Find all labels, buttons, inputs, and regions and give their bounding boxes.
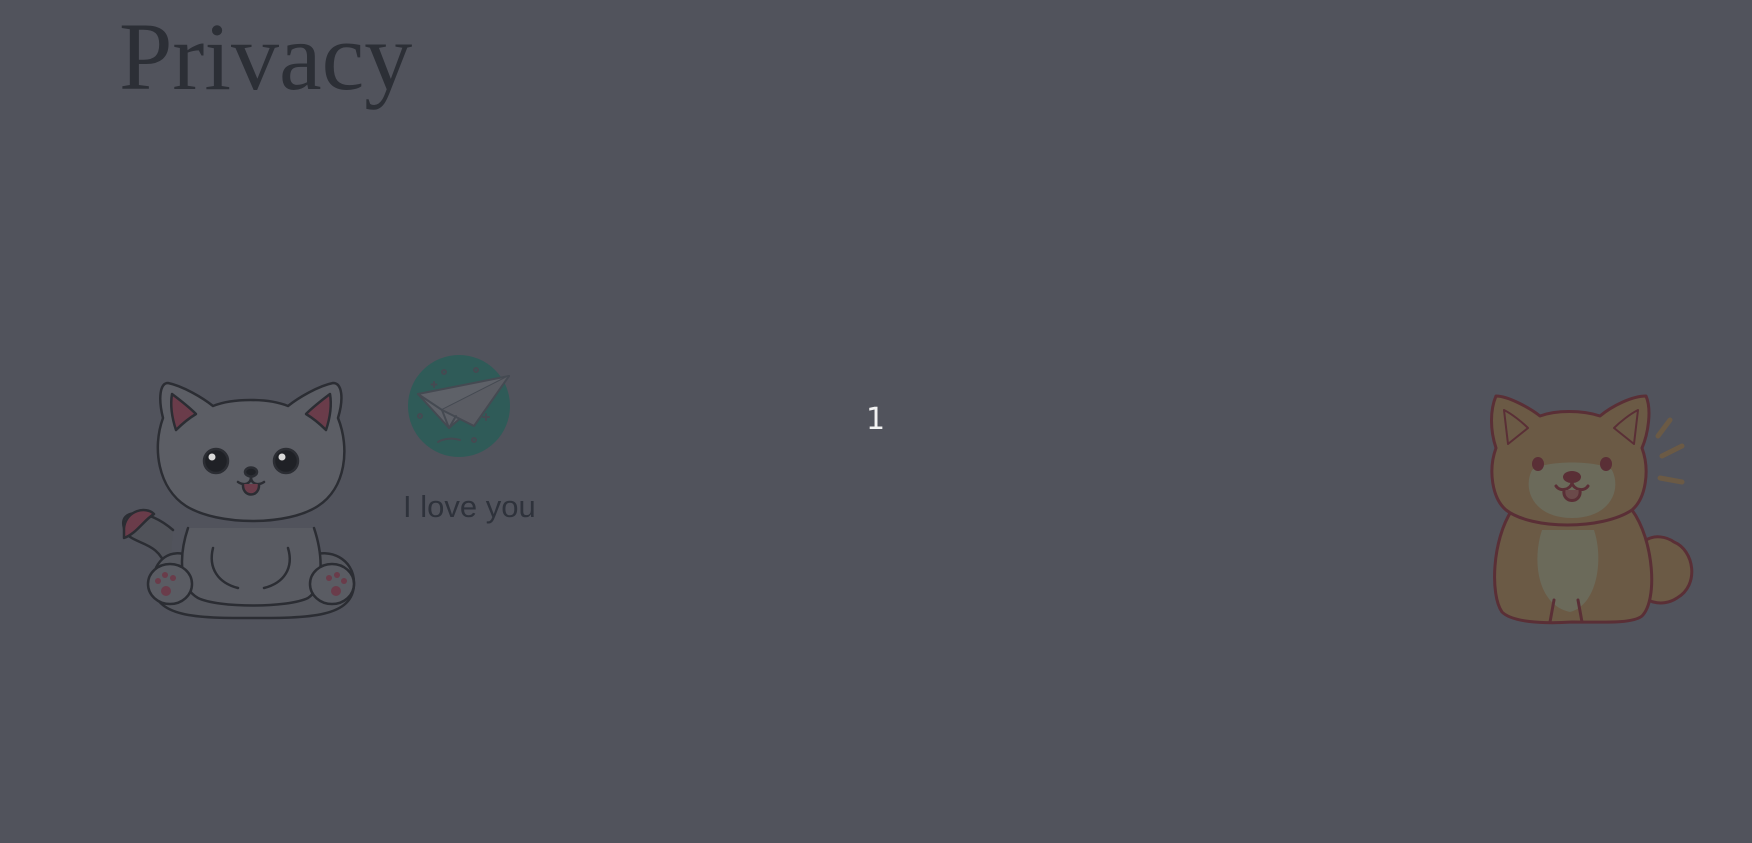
page-title: Privacy — [119, 3, 413, 110]
counter-value: 1 — [866, 402, 886, 437]
cat-icon — [122, 381, 356, 620]
shiba-dog-icon — [1490, 394, 1694, 625]
send-love-button[interactable] — [404, 354, 514, 458]
paper-plane-icon — [408, 355, 510, 457]
love-caption: I love you — [403, 489, 536, 524]
